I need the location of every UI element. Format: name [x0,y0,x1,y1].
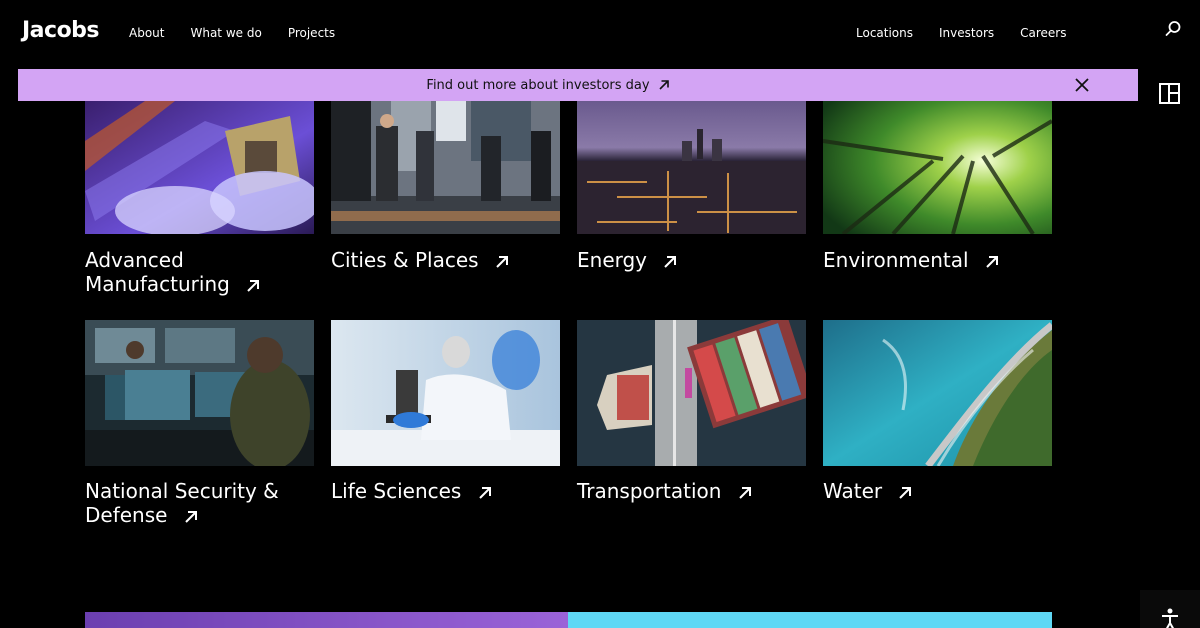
announcement-banner: Find out more about investors day [18,69,1138,101]
tile-national-security-defense[interactable]: National Security & Defense [85,320,314,530]
featured-card-left[interactable] [85,612,568,628]
jacobs-logo[interactable]: Jacobs [22,18,100,43]
featured-card-right[interactable] [568,612,1052,628]
accessibility-button[interactable] [1140,590,1200,628]
tile-life-sciences[interactable]: Life Sciences [331,320,560,510]
life-sciences-image [331,320,560,466]
tile-title-line1: Energy [577,248,648,272]
tile-label: Advanced Manufacturing [85,248,314,296]
arrow-up-right-icon [664,256,677,268]
tile-energy[interactable]: Energy [577,101,806,281]
cities-places-image [331,101,560,234]
layout-panel-icon[interactable] [1159,83,1180,104]
search-icon[interactable] [1164,20,1182,38]
tile-cities-places[interactable]: Cities & Places [331,101,560,281]
close-icon[interactable] [1074,77,1090,93]
tile-water[interactable]: Water [823,320,1052,510]
site-header: Jacobs About What we do Projects Locatio… [0,0,1200,66]
tile-label: Transportation [577,479,806,503]
national-security-image [85,320,314,466]
arrow-up-right-icon [479,487,491,499]
investors-day-link[interactable]: Find out more about investors day [18,69,1078,101]
nav-item-what-we-do[interactable]: What we do [190,26,261,40]
tile-title-line1: Life Sciences [331,479,462,503]
tile-label: Life Sciences [331,479,560,503]
tile-title-line1: Cities & Places [331,248,479,272]
accessibility-icon [1162,608,1178,628]
nav-item-locations[interactable]: Locations [856,26,913,40]
tile-label: Water [823,479,1052,503]
arrow-up-right-icon [986,256,998,268]
environmental-image [823,101,1052,234]
tile-label: Energy [577,248,806,272]
secondary-nav: Locations Investors Careers [856,26,1093,40]
nav-item-projects[interactable]: Projects [288,26,335,40]
nav-item-about[interactable]: About [129,26,164,40]
energy-image [577,101,806,234]
tile-advanced-manufacturing[interactable]: Advanced Manufacturing [85,101,314,301]
banner-text: Find out more about investors day [426,77,650,93]
tile-title-line1: Water [823,479,883,503]
arrow-up-right-icon [247,280,260,292]
transportation-image [577,320,806,466]
tile-title-line1: Environmental [823,248,969,272]
tile-title-line1: Advanced [85,248,184,272]
primary-nav: About What we do Projects [129,26,361,40]
nav-item-investors[interactable]: Investors [939,26,994,40]
arrow-up-right-icon [659,80,669,90]
tile-label: National Security & Defense [85,479,314,527]
tile-title-line2: Defense [85,503,168,527]
arrow-up-right-icon [739,487,751,499]
tile-transportation[interactable]: Transportation [577,320,806,510]
tile-label: Cities & Places [331,248,560,272]
tile-title-line2: Manufacturing [85,272,230,296]
arrow-up-right-icon [496,256,508,268]
tile-environmental[interactable]: Environmental [823,101,1052,281]
arrow-up-right-icon [185,511,197,523]
nav-item-careers[interactable]: Careers [1020,26,1066,40]
advanced-manufacturing-image [85,101,314,234]
arrow-up-right-icon [899,487,912,499]
tile-label: Environmental [823,248,1052,272]
tile-title-line1: National Security & [85,479,279,503]
tile-title-line1: Transportation [577,479,722,503]
water-image [823,320,1052,466]
